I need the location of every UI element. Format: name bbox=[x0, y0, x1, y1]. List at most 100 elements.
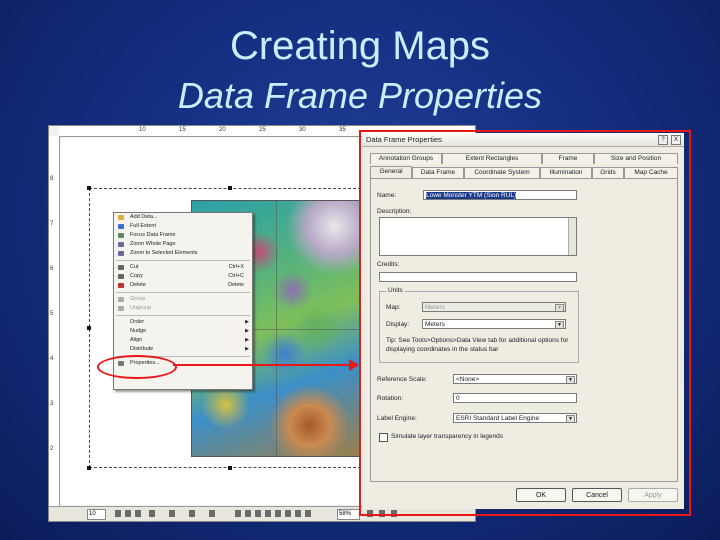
credits-field[interactable] bbox=[379, 272, 577, 282]
apply-button[interactable]: Apply bbox=[628, 488, 678, 502]
simulate-transparency-label: Simulate layer transparency in legends bbox=[391, 433, 504, 440]
name-field[interactable]: Lowe Monster YTM (Sion RUL) bbox=[423, 190, 577, 200]
context-menu-item[interactable]: Delete Delete bbox=[114, 281, 252, 290]
context-menu-item[interactable]: Order ▶ bbox=[114, 318, 252, 327]
context-menu-item[interactable]: Nudge ▶ bbox=[114, 327, 252, 336]
resize-handle[interactable] bbox=[87, 326, 91, 330]
ruler-tick: 15 bbox=[179, 127, 186, 133]
vertical-ruler: 8 7 6 5 4 3 2 bbox=[49, 136, 60, 507]
submenu-arrow-icon: ▶ bbox=[245, 337, 249, 343]
bold-icon[interactable] bbox=[115, 510, 121, 517]
credits-label: Credits: bbox=[377, 261, 400, 268]
full-extent-icon[interactable] bbox=[265, 510, 271, 517]
context-menu-item[interactable]: Zoom Whole Page bbox=[114, 240, 252, 249]
chevron-down-icon[interactable]: ▼ bbox=[555, 321, 564, 328]
resize-handle[interactable] bbox=[87, 186, 91, 190]
reference-scale-label: Reference Scale: bbox=[377, 376, 427, 383]
zoom-out-icon[interactable] bbox=[245, 510, 251, 517]
context-menu-item[interactable]: Zoom to Selected Elements bbox=[114, 249, 252, 258]
context-menu-item-label: Order bbox=[130, 319, 145, 325]
tab-extent-rectangles[interactable]: Extent Rectangles bbox=[442, 153, 542, 164]
resize-handle[interactable] bbox=[87, 466, 91, 470]
properties-highlight-ellipse bbox=[97, 355, 177, 379]
font-color-icon[interactable] bbox=[149, 510, 155, 517]
context-menu-item[interactable]: Distribute ▶ bbox=[114, 345, 252, 354]
pan-icon[interactable] bbox=[255, 510, 261, 517]
context-menu-item[interactable]: Cut Ctrl+X bbox=[114, 263, 252, 272]
tab-coordinate-system[interactable]: Coordinate System bbox=[464, 167, 540, 178]
tab-data-frame[interactable]: Data Frame bbox=[412, 167, 464, 178]
context-menu-item[interactable]: Full Extent bbox=[114, 222, 252, 231]
general-tab-panel: Name: Lowe Monster YTM (Sion RUL) Descri… bbox=[370, 178, 678, 482]
line-color-icon[interactable] bbox=[189, 510, 195, 517]
cut-icon bbox=[118, 265, 124, 270]
tab-frame[interactable]: Frame bbox=[542, 153, 594, 164]
tab-grids[interactable]: Grids bbox=[592, 167, 624, 178]
dialog-title: Data Frame Properties bbox=[366, 135, 442, 144]
chevron-down-icon: ▼ bbox=[555, 304, 564, 311]
label-engine-select[interactable]: ESRI Standard Label Engine ▼ bbox=[453, 413, 577, 423]
map-units-value: Meters bbox=[425, 304, 445, 311]
context-menu-item[interactable]: Focus Data Frame bbox=[114, 231, 252, 240]
marker-color-icon[interactable] bbox=[209, 510, 215, 517]
context-menu-item-label: Cut bbox=[130, 264, 139, 270]
context-menu-item[interactable]: Add Data... bbox=[114, 213, 252, 222]
tab-illumination[interactable]: Illumination bbox=[540, 167, 592, 178]
submenu-arrow-icon: ▶ bbox=[245, 328, 249, 334]
slide-title: Creating Maps bbox=[229, 24, 491, 68]
tab-size-and-position[interactable]: Size and Position bbox=[594, 153, 678, 164]
underline-icon[interactable] bbox=[135, 510, 141, 517]
zoom-in-icon[interactable] bbox=[235, 510, 241, 517]
full-extent-icon bbox=[118, 224, 124, 229]
close-icon[interactable]: X bbox=[671, 135, 681, 145]
resize-handle[interactable] bbox=[228, 186, 232, 190]
context-menu-shortcut: Ctrl+X bbox=[228, 264, 244, 270]
delete-icon bbox=[118, 283, 124, 288]
ruler-tick: 30 bbox=[299, 127, 306, 133]
italic-icon[interactable] bbox=[125, 510, 131, 517]
rotation-label: Rotation: bbox=[377, 395, 404, 402]
name-label: Name: bbox=[377, 192, 397, 199]
dialog-titlebar[interactable]: Data Frame Properties ? X bbox=[362, 133, 684, 147]
zoom-percent-field[interactable]: 58% bbox=[337, 509, 360, 520]
chevron-down-icon[interactable]: ▼ bbox=[566, 415, 575, 422]
add-data-icon bbox=[118, 215, 124, 220]
context-menu-item[interactable]: Group bbox=[114, 295, 252, 304]
simulate-transparency-checkbox[interactable] bbox=[379, 433, 388, 442]
display-units-select[interactable]: Meters ▼ bbox=[422, 319, 566, 329]
units-group: Units Map: Meters ▼ Display: Meters ▼ Ti… bbox=[379, 287, 579, 363]
label-engine-value: ESRI Standard Label Engine bbox=[456, 415, 540, 422]
help-icon[interactable]: ? bbox=[658, 135, 668, 145]
menu-separator bbox=[116, 315, 250, 316]
units-tip-text: Tip: See Tools>Options>Data View tab for… bbox=[386, 337, 569, 353]
forward-extent-icon[interactable] bbox=[305, 510, 311, 517]
description-label: Description: bbox=[377, 208, 412, 215]
context-menu-item[interactable]: Align ▶ bbox=[114, 336, 252, 345]
fill-color-icon[interactable] bbox=[169, 510, 175, 517]
tab-map-cache[interactable]: Map Cache bbox=[624, 167, 678, 178]
fixed-zoom-in-icon[interactable] bbox=[275, 510, 281, 517]
back-extent-icon[interactable] bbox=[295, 510, 301, 517]
resize-handle[interactable] bbox=[228, 466, 232, 470]
reference-scale-select[interactable]: <None> ▼ bbox=[453, 374, 577, 384]
submenu-arrow-icon: ▶ bbox=[245, 346, 249, 352]
pointer-arrow-head bbox=[349, 359, 359, 371]
description-textarea[interactable] bbox=[379, 217, 577, 256]
ruler-tick: 25 bbox=[259, 127, 266, 133]
fixed-zoom-out-icon[interactable] bbox=[285, 510, 291, 517]
tab-annotation-groups[interactable]: Annotation Groups bbox=[370, 153, 442, 164]
cancel-button[interactable]: Cancel bbox=[572, 488, 622, 502]
chevron-down-icon[interactable]: ▼ bbox=[566, 376, 575, 383]
display-units-label: Display: bbox=[386, 321, 410, 328]
rotation-field[interactable]: 0 bbox=[453, 393, 577, 403]
font-size-field[interactable]: 10 bbox=[87, 509, 106, 520]
context-menu-item[interactable]: Ungroup bbox=[114, 304, 252, 313]
ruler-tick: 3 bbox=[50, 401, 54, 407]
description-scrollbar[interactable] bbox=[568, 218, 576, 255]
context-menu-item[interactable]: Copy Ctrl+C bbox=[114, 272, 252, 281]
context-menu-item-label: Ungroup bbox=[130, 305, 152, 311]
reference-scale-value: <None> bbox=[456, 376, 480, 383]
ruler-tick: 7 bbox=[50, 221, 54, 227]
context-menu-item-label: Copy bbox=[130, 273, 143, 279]
ok-button[interactable]: OK bbox=[516, 488, 566, 502]
